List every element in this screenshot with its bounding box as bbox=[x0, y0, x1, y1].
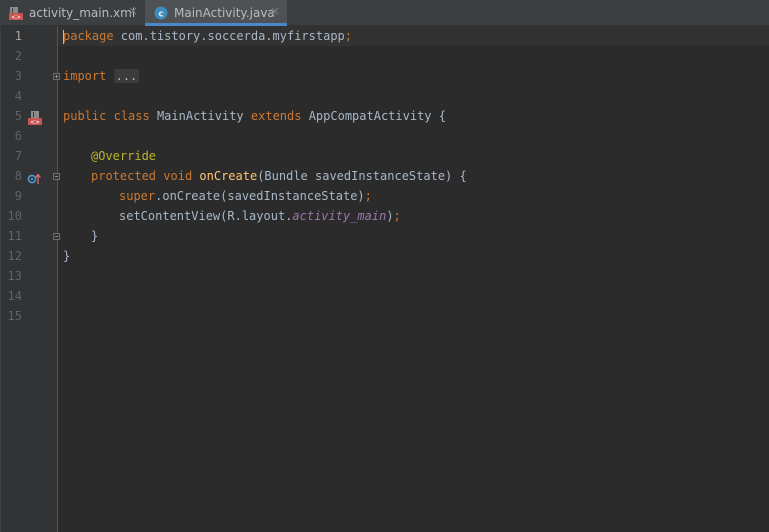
line-number[interactable]: 1 bbox=[0, 26, 22, 46]
close-brace: } bbox=[91, 229, 99, 243]
code-line-package: package com.tistory.soccerda.myfirstapp; bbox=[63, 26, 352, 46]
line-number[interactable]: 9 bbox=[0, 186, 22, 206]
close-tab-icon[interactable]: × bbox=[269, 5, 281, 17]
close-paren: ) bbox=[386, 209, 394, 223]
layout-field: activity_main bbox=[292, 209, 387, 223]
tab-label: activity_main.xml bbox=[29, 6, 136, 20]
code-line-import: import ... bbox=[63, 66, 140, 86]
code-line-class-close: } bbox=[63, 246, 70, 266]
semicolon: ; bbox=[364, 189, 372, 203]
ide-window: <> activity_main.xml × c MainActivity.ja… bbox=[0, 0, 769, 532]
keyword: package bbox=[63, 29, 114, 43]
superclass-name: AppCompatActivity bbox=[308, 109, 432, 123]
line-number[interactable]: 7 bbox=[0, 146, 22, 166]
svg-text:<>: <> bbox=[11, 14, 21, 20]
code-editor[interactable]: 1 2 3 4 5 6 7 8 9 10 11 12 13 14 15 <> p… bbox=[0, 26, 769, 532]
semicolon: ; bbox=[393, 209, 401, 223]
text-caret bbox=[63, 30, 64, 44]
close-brace: } bbox=[63, 249, 71, 263]
fold-collapse-icon[interactable] bbox=[53, 173, 60, 180]
annotation: @Override bbox=[91, 149, 157, 163]
svg-text:c: c bbox=[158, 10, 163, 20]
line-number[interactable]: 15 bbox=[0, 306, 22, 326]
line-number[interactable]: 2 bbox=[0, 46, 22, 66]
keyword: extends bbox=[250, 109, 302, 123]
line-number[interactable]: 11 bbox=[0, 226, 22, 246]
tab-activity-main-xml[interactable]: <> activity_main.xml × bbox=[0, 0, 145, 26]
java-class-icon: c bbox=[154, 6, 168, 20]
method-params: (Bundle savedInstanceState) { bbox=[257, 169, 467, 183]
line-number[interactable]: 3 bbox=[0, 66, 22, 86]
class-name: MainActivity bbox=[156, 109, 244, 123]
run-activity-icon[interactable]: <> bbox=[28, 110, 42, 129]
line-number[interactable]: 6 bbox=[0, 126, 22, 146]
line-number[interactable]: 5 bbox=[0, 106, 22, 126]
call-expression: setContentView(R.layout. bbox=[119, 209, 293, 223]
gutter-divider bbox=[57, 26, 58, 532]
code-line-method-close: } bbox=[91, 226, 98, 246]
line-number[interactable]: 12 bbox=[0, 246, 22, 266]
xml-layout-icon: <> bbox=[9, 6, 23, 21]
editor-tab-bar: <> activity_main.xml × c MainActivity.ja… bbox=[0, 0, 769, 26]
semicolon: ; bbox=[344, 29, 352, 43]
keyword: class bbox=[113, 109, 150, 123]
folded-imports[interactable]: ... bbox=[113, 69, 140, 83]
keyword: super bbox=[119, 189, 156, 203]
code-line-class-declaration: public class MainActivity extends AppCom… bbox=[63, 106, 446, 126]
fold-expand-icon[interactable] bbox=[53, 73, 60, 80]
keyword: protected bbox=[91, 169, 157, 183]
fold-collapse-icon[interactable] bbox=[53, 233, 60, 240]
code-line-annotation: @Override bbox=[91, 146, 156, 166]
call-expression: .onCreate(savedInstanceState) bbox=[155, 189, 365, 203]
override-method-icon[interactable] bbox=[27, 171, 41, 190]
code-line-super-call: super.onCreate(savedInstanceState); bbox=[119, 186, 372, 206]
method-name: onCreate bbox=[199, 169, 258, 183]
tab-mainactivity-java[interactable]: c MainActivity.java × bbox=[145, 0, 287, 26]
open-brace: { bbox=[438, 109, 446, 123]
svg-text:<>: <> bbox=[30, 119, 40, 125]
line-number[interactable]: 8 bbox=[0, 166, 22, 186]
close-tab-icon[interactable]: × bbox=[127, 5, 139, 17]
code-line-method-declaration: protected void onCreate(Bundle savedInst… bbox=[91, 166, 467, 186]
line-number[interactable]: 13 bbox=[0, 266, 22, 286]
keyword: public bbox=[63, 109, 107, 123]
line-number[interactable]: 14 bbox=[0, 286, 22, 306]
line-number[interactable]: 10 bbox=[0, 206, 22, 226]
keyword: void bbox=[163, 169, 193, 183]
line-number[interactable]: 4 bbox=[0, 86, 22, 106]
code-line-set-content-view: setContentView(R.layout.activity_main); bbox=[119, 206, 401, 226]
package-name: com.tistory.soccerda.myfirstapp bbox=[113, 29, 345, 43]
tab-label: MainActivity.java bbox=[174, 6, 275, 20]
keyword: import bbox=[63, 69, 107, 83]
